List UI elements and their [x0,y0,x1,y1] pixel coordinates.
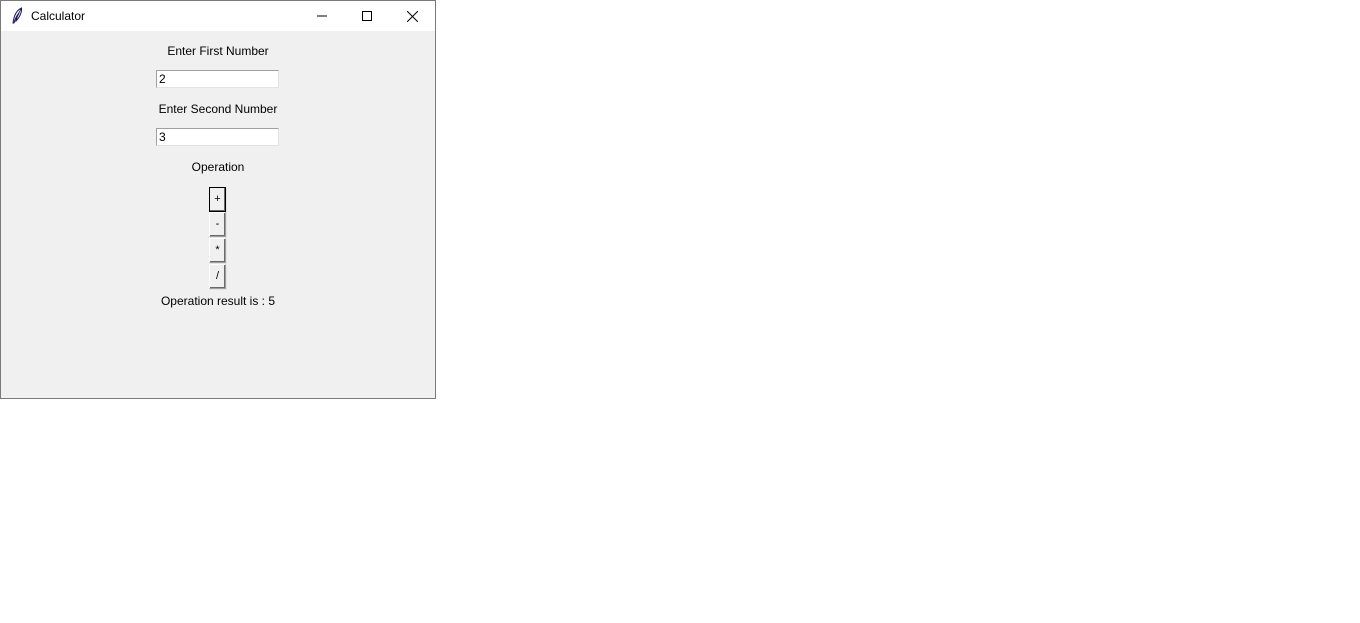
maximize-button[interactable] [344,1,389,31]
subtract-button[interactable]: - [209,212,226,237]
feather-icon [10,7,24,25]
title-bar[interactable]: Calculator [1,1,435,31]
close-button[interactable] [390,1,435,31]
operation-label: Operation [191,160,245,174]
close-icon [407,10,418,22]
first-number-input[interactable] [156,70,279,88]
add-button[interactable]: + [209,187,226,212]
maximize-icon [361,11,372,21]
minimize-button[interactable] [299,1,344,31]
divide-button[interactable]: / [209,264,226,289]
result-label: Operation result is : 5 [160,294,276,308]
window-title: Calculator [31,9,86,23]
calculator-window: Calculator Enter First Number Enter Seco… [0,0,436,399]
second-number-label: Enter Second Number [158,102,278,116]
multiply-button[interactable]: * [209,238,226,263]
second-number-input[interactable] [156,128,279,146]
first-number-label: Enter First Number [167,44,269,58]
minimize-icon [316,11,327,21]
